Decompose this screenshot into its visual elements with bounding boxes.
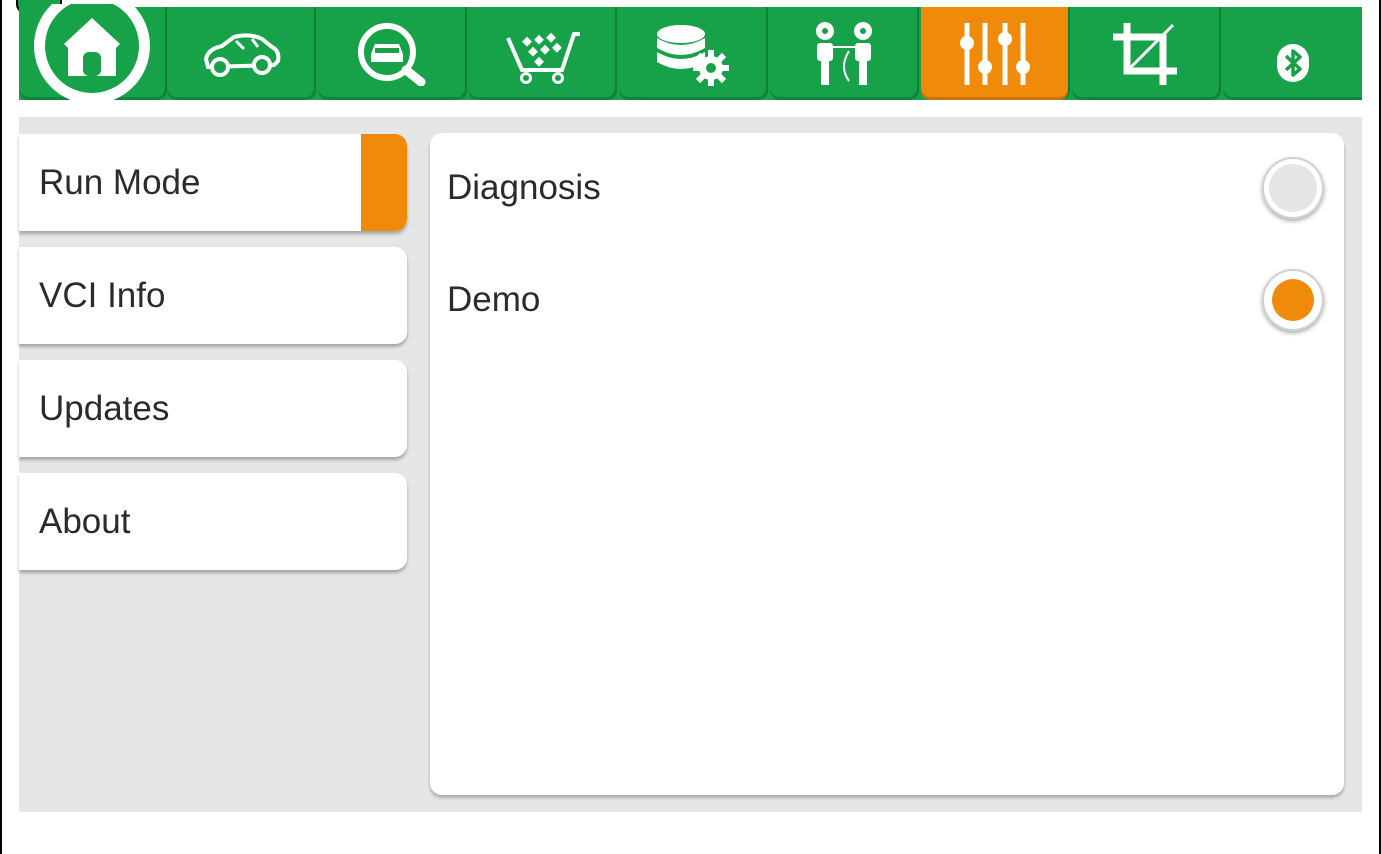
tab-settings[interactable] xyxy=(921,7,1070,100)
sidebar-item-label: About xyxy=(39,501,131,541)
selected-indicator xyxy=(361,134,407,231)
tab-vehicle-search[interactable] xyxy=(318,7,467,100)
option-diagnosis[interactable]: Diagnosis xyxy=(430,133,1344,243)
tab-store[interactable] xyxy=(468,7,617,100)
crop-icon xyxy=(1112,22,1177,85)
sidebar-item-label: Updates xyxy=(39,388,170,428)
shopping-cart-icon xyxy=(505,31,580,84)
radio-dot xyxy=(1269,164,1317,212)
diagnosis-radio[interactable] xyxy=(1262,157,1324,219)
car-icon xyxy=(203,32,280,77)
sidebar-item-vci-info[interactable]: VCI Info xyxy=(19,247,407,344)
tab-home[interactable] xyxy=(19,3,167,104)
database-gear-icon xyxy=(656,24,729,86)
top-toolbar xyxy=(19,3,1362,104)
bluetooth-icon xyxy=(1276,43,1309,82)
people-connect-icon xyxy=(815,21,872,85)
home-icon xyxy=(34,3,150,104)
sidebar-item-label: VCI Info xyxy=(39,275,166,315)
radio-dot xyxy=(1272,279,1314,321)
sliders-settings-icon xyxy=(959,22,1030,85)
demo-radio[interactable] xyxy=(1262,269,1324,331)
option-label: Diagnosis xyxy=(447,168,601,207)
tab-bluetooth[interactable] xyxy=(1223,7,1362,100)
sidebar-item-label: Run Mode xyxy=(39,162,201,202)
sidebar-item-run-mode[interactable]: Run Mode xyxy=(19,134,407,231)
tab-vehicles[interactable] xyxy=(167,7,316,100)
option-demo[interactable]: Demo xyxy=(430,245,1344,355)
sidebar-item-updates[interactable]: Updates xyxy=(19,360,407,457)
tab-data-settings[interactable] xyxy=(619,7,768,100)
run-mode-panel: Diagnosis Demo xyxy=(430,133,1344,795)
tab-remote-help[interactable] xyxy=(770,7,919,100)
vehicle-search-icon xyxy=(357,22,425,86)
tab-screenshot[interactable] xyxy=(1072,7,1221,100)
sidebar-item-about[interactable]: About xyxy=(19,473,407,570)
option-label: Demo xyxy=(447,280,541,319)
